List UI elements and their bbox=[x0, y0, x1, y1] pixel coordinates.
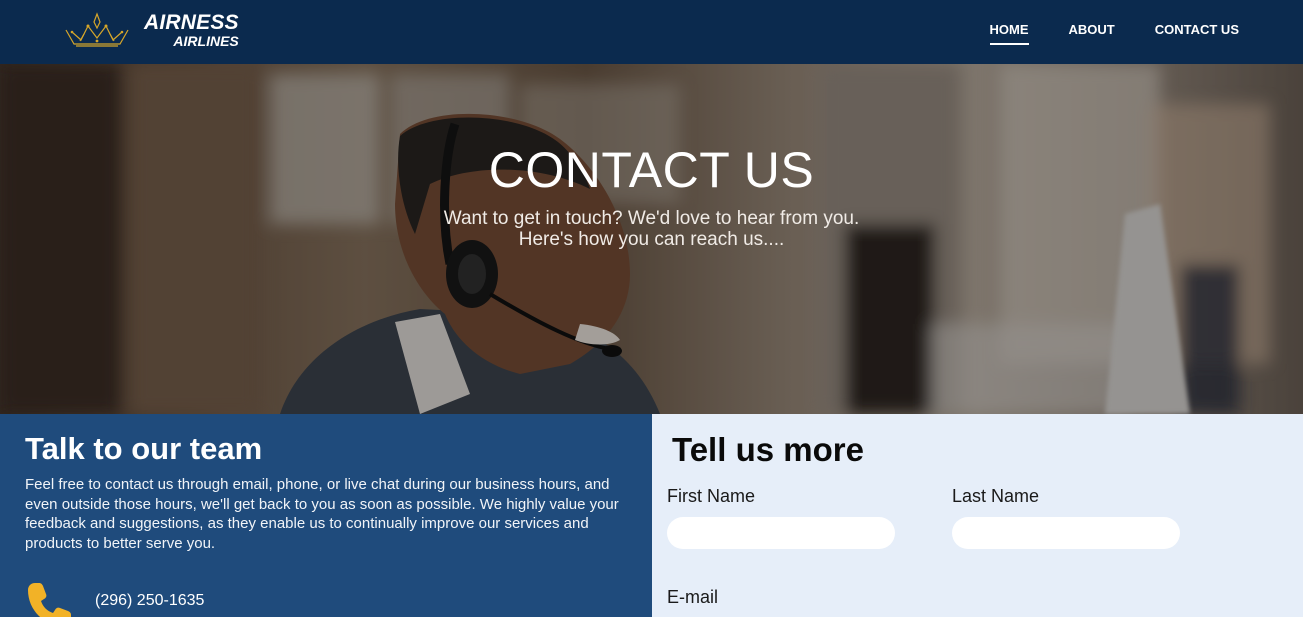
form-title: Tell us more bbox=[672, 431, 864, 468]
first-name-label: First Name bbox=[667, 486, 756, 506]
crown-icon bbox=[65, 12, 129, 47]
email-label: E-mail bbox=[667, 587, 719, 607]
hero-subtitle-line-2: Here's how you can reach us.... bbox=[518, 229, 785, 250]
hero-subtitle-line-1: Want to get in touch? We'd love to hear … bbox=[443, 208, 860, 229]
nav-contact-us[interactable]: CONTACT US bbox=[1155, 22, 1239, 43]
hero-subtitle: Want to get in touch? We'd love to hear … bbox=[0, 208, 1303, 250]
brand-name: AIRNESS AIRLINES bbox=[144, 12, 239, 48]
nav-home[interactable]: HOME bbox=[989, 22, 1029, 45]
last-name-input[interactable] bbox=[952, 517, 1180, 549]
team-description: Feel free to contact us through email, p… bbox=[25, 476, 619, 552]
nav-about[interactable]: ABOUT bbox=[1069, 22, 1115, 43]
last-name-label: Last Name bbox=[952, 486, 1040, 506]
phone-number[interactable]: (296) 250-1635 bbox=[95, 592, 204, 610]
first-name-input[interactable] bbox=[667, 517, 895, 549]
hero-title: CONTACT US bbox=[488, 142, 815, 198]
brand-logo[interactable]: AIRNESS AIRLINES bbox=[64, 10, 239, 50]
talk-to-team-section: Talk to our team Feel free to contact us… bbox=[0, 414, 652, 617]
brand-line-2: AIRLINES bbox=[173, 33, 239, 49]
phone-icon[interactable] bbox=[24, 580, 74, 617]
brand-line-1: AIRNESS bbox=[144, 11, 239, 34]
hero-banner: CONTACT US Want to get in touch? We'd lo… bbox=[0, 64, 1303, 414]
team-title: Talk to our team bbox=[25, 431, 263, 466]
contact-form-section: Tell us more First Name Last Name E-mail bbox=[652, 414, 1303, 617]
main-nav: HOME ABOUT CONTACT US bbox=[989, 22, 1239, 45]
top-navbar: AIRNESS AIRLINES HOME ABOUT CONTACT US bbox=[0, 0, 1303, 64]
